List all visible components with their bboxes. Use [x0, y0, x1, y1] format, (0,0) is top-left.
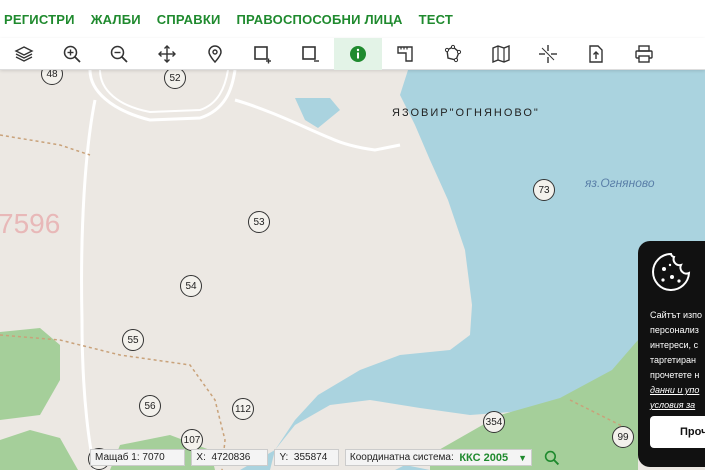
cookie-text-line: прочетете н [650, 370, 700, 380]
scale-value: 7070 [142, 452, 165, 463]
cookie-terms-link[interactable]: условия за [650, 400, 695, 410]
crs-select[interactable]: ККС 2005 [459, 452, 508, 464]
scale-field[interactable]: Мащаб 1: 7070 [90, 449, 186, 466]
pan-button[interactable] [143, 38, 191, 70]
parcel-marker[interactable]: 56 [139, 395, 161, 417]
select-remove-icon [302, 45, 319, 62]
location-button[interactable] [191, 38, 239, 70]
select-remove-button[interactable] [286, 38, 334, 70]
measure-length-icon [397, 45, 414, 62]
parcel-marker[interactable]: 99 [612, 426, 634, 448]
parcel-marker[interactable]: 73 [533, 179, 555, 201]
measure-area-button[interactable] [429, 38, 477, 70]
parcel-marker[interactable]: 53 [248, 211, 270, 233]
export-button[interactable] [572, 38, 620, 70]
layers-button[interactable] [0, 38, 48, 70]
nav-references[interactable]: СПРАВКИ [157, 12, 221, 27]
y-coordinate-field: Y: 355874 [274, 449, 339, 466]
status-bar: Мащаб 1: 7070 X: 4720836 Y: 355874 Коорд… [90, 447, 590, 468]
chevron-down-icon[interactable]: ▼ [518, 453, 527, 463]
map-background [0, 70, 705, 470]
parcel-marker[interactable]: 55 [122, 329, 144, 351]
select-add-icon [254, 45, 272, 63]
lake-label: яз.Огняново [585, 176, 655, 190]
cookie-text-line: таргетиран [650, 355, 696, 365]
pan-icon [157, 44, 176, 63]
map-canvas[interactable]: ЯЗОВИР"ОГНЯНОВО" яз.Огняново 7596 48 52 … [0, 70, 705, 470]
cookie-icon [652, 252, 691, 291]
x-coordinate-field: X: 4720836 [191, 449, 269, 466]
parcel-marker[interactable]: 354 [483, 411, 505, 433]
crs-field: Координатна система: ККС 2005 ▼ [344, 449, 532, 466]
crs-label: Координатна система: [349, 452, 454, 463]
top-nav: РЕГИСТРИ ЖАЛБИ СПРАВКИ ПРАВОСПОСОБНИ ЛИЦ… [0, 0, 705, 38]
x-value: 4720836 [211, 452, 251, 463]
cookie-policy-link[interactable]: данни и упо [650, 385, 699, 395]
info-icon [349, 45, 366, 62]
cookie-read-button[interactable]: Проч [650, 416, 705, 448]
crosshair-icon [539, 44, 558, 63]
info-button[interactable] [333, 37, 382, 70]
cookie-text-line: Сайтът изпо [650, 310, 703, 320]
x-label: X: [196, 452, 206, 463]
nav-test[interactable]: ТЕСТ [419, 12, 453, 27]
y-label: Y: [279, 452, 289, 463]
scale-label: Мащаб 1: [95, 452, 140, 463]
map-icon [492, 44, 510, 63]
cookie-banner: Сайтът изпо персонализ интереси, с тарге… [638, 241, 705, 467]
zoom-out-button[interactable] [95, 38, 143, 70]
cookie-text-line: интереси, с [650, 340, 699, 350]
basemap-button[interactable] [477, 38, 525, 70]
zoom-in-button[interactable] [48, 38, 96, 70]
nav-licensed-persons[interactable]: ПРАВОСПОСОБНИ ЛИЦА [237, 12, 403, 27]
print-button[interactable] [620, 38, 668, 70]
measure-area-icon [444, 44, 462, 62]
parcel-marker[interactable]: 112 [232, 398, 254, 420]
cookie-text-line: персонализ [650, 325, 699, 335]
cadastral-area-number: 7596 [0, 208, 61, 239]
zoom-in-icon [63, 45, 81, 63]
search-icon [544, 450, 560, 465]
nav-registers[interactable]: РЕГИСТРИ [4, 12, 75, 27]
crosshair-button[interactable] [525, 38, 573, 70]
nav-complaints[interactable]: ЖАЛБИ [91, 12, 141, 27]
select-add-button[interactable] [238, 38, 286, 70]
export-icon [589, 44, 603, 63]
parcel-marker[interactable]: 54 [180, 275, 202, 297]
map-toolbar [0, 37, 705, 70]
reservoir-label: ЯЗОВИР"ОГНЯНОВО" [392, 107, 540, 119]
location-pin-icon [207, 44, 222, 63]
zoom-out-icon [110, 45, 128, 63]
layers-icon [14, 45, 34, 62]
measure-length-button[interactable] [382, 38, 430, 70]
search-button[interactable] [544, 450, 560, 466]
print-icon [635, 44, 653, 63]
y-value: 355874 [293, 452, 328, 463]
